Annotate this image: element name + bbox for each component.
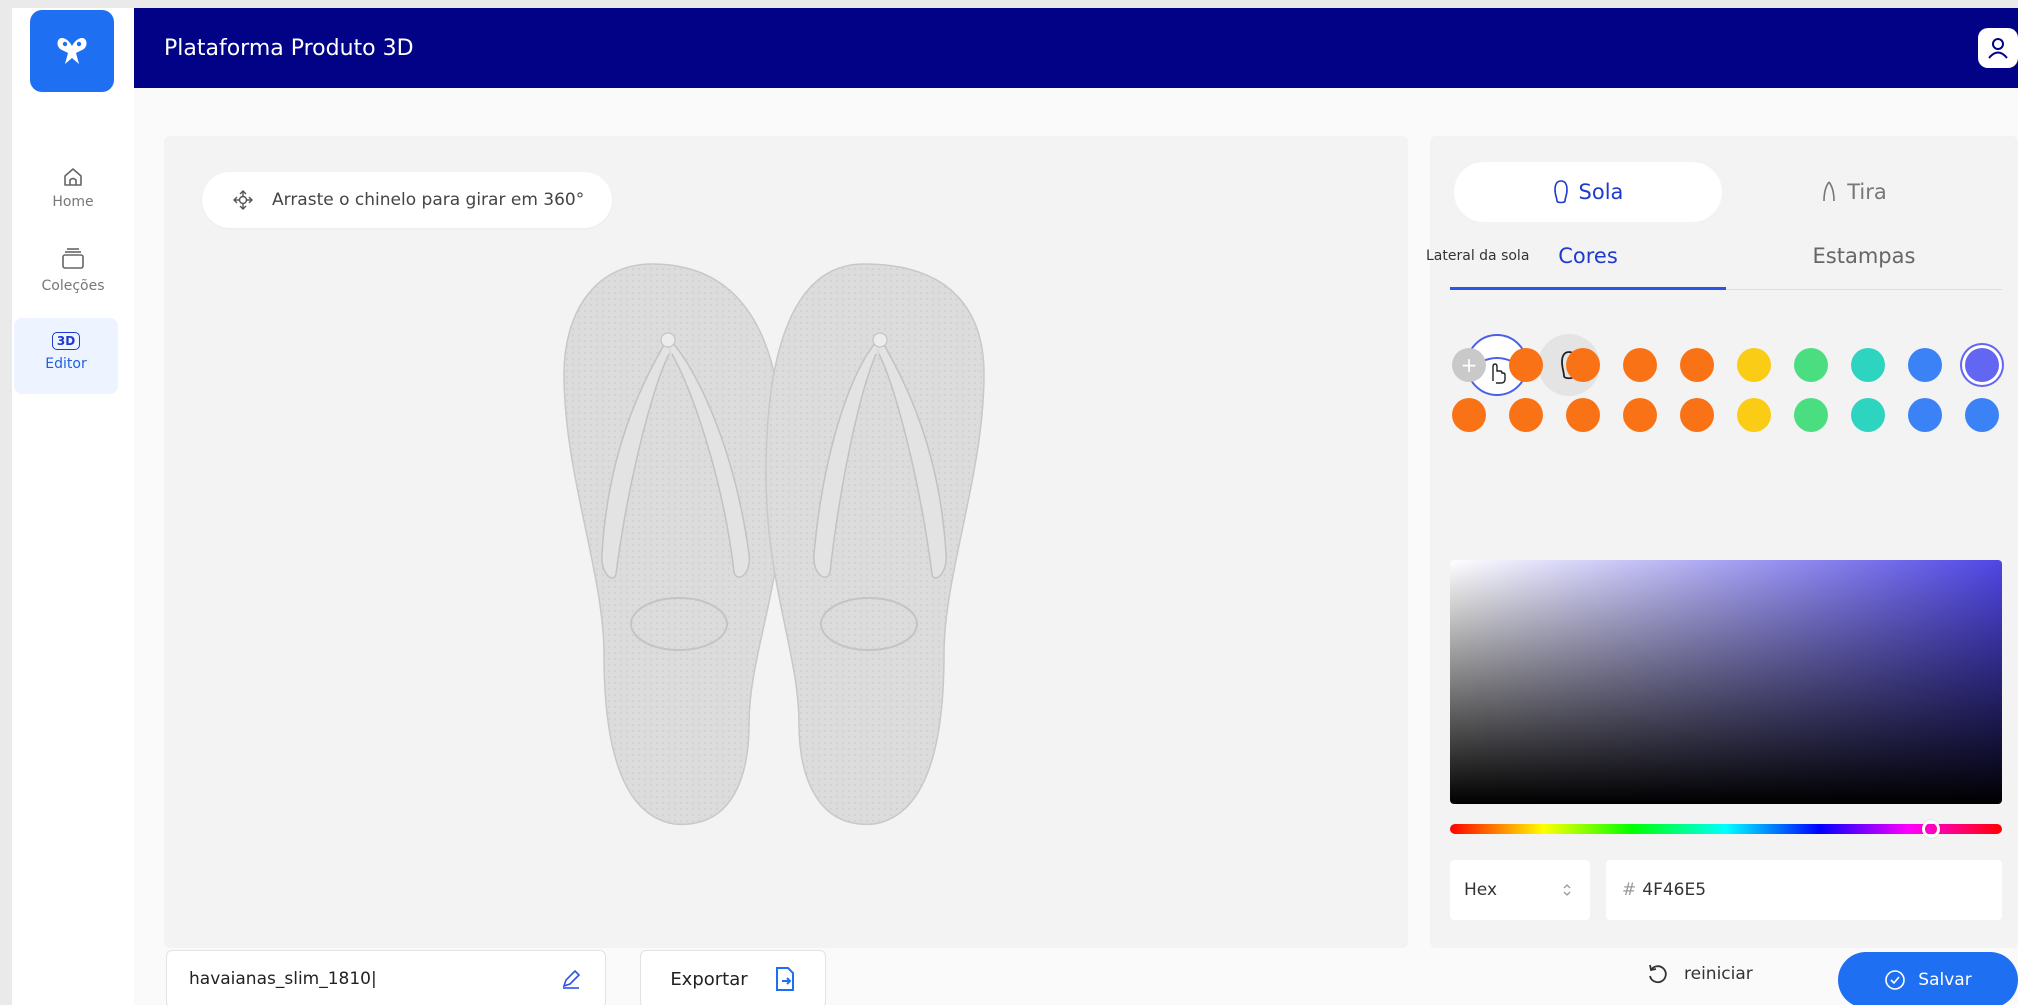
save-button[interactable]: Salvar [1838, 952, 2018, 1005]
export-file-icon [775, 967, 794, 991]
user-menu-button[interactable] [1978, 28, 2018, 68]
sidebar-item-label: Coleções [41, 278, 105, 294]
sidebar-item-colecoes[interactable]: Coleções [12, 246, 134, 294]
hash-symbol: # [1622, 880, 1637, 900]
file-name-field[interactable]: havaianas_slim_1810| [166, 950, 606, 1005]
tab-tira[interactable]: Tira [1720, 162, 1988, 222]
tab-label: Tira [1847, 180, 1887, 204]
color-swatch[interactable] [1623, 398, 1657, 432]
tab-sola[interactable]: Sola [1454, 162, 1722, 222]
reset-label: reiniciar [1684, 964, 1753, 984]
reset-button[interactable]: reiniciar [1646, 962, 1753, 986]
sidebar-item-label: Editor [45, 356, 87, 372]
sidebar: Home Coleções 3D Editor [12, 8, 134, 1005]
chevron-updown-icon [1563, 884, 1571, 896]
page-title: Plataforma Produto 3D [164, 36, 414, 61]
plus-icon: + [1460, 353, 1478, 377]
right-sandal [765, 263, 985, 825]
rotate-hint: Arraste o chinelo para girar em 360° [202, 172, 613, 228]
tab-label: Sola [1578, 180, 1624, 204]
logo-icon [57, 38, 87, 64]
3d-icon: 3D [51, 332, 81, 350]
collections-icon [62, 248, 84, 269]
user-icon [1988, 38, 2008, 59]
file-name-value: havaianas_slim_1810| [189, 969, 377, 989]
color-swatch[interactable] [1452, 398, 1486, 432]
add-color-swatch[interactable]: + [1452, 348, 1486, 382]
color-swatch[interactable] [1908, 398, 1942, 432]
home-icon [64, 168, 82, 186]
export-label: Exportar [670, 968, 748, 990]
flip-flop-model[interactable] [534, 254, 1034, 834]
color-swatch-selected[interactable] [1965, 348, 1999, 382]
export-button[interactable]: Exportar [640, 950, 826, 1005]
hex-value: 4F46E5 [1642, 880, 1707, 900]
left-sandal [563, 263, 785, 825]
edit-pencil-icon[interactable] [559, 967, 583, 991]
sidebar-item-label: Home [52, 194, 94, 210]
saturation-value-picker[interactable] [1450, 560, 2002, 804]
rotate-360-icon [233, 190, 253, 210]
tooltip: Lateral da sola [1426, 248, 1530, 264]
color-swatch[interactable] [1908, 348, 1942, 382]
color-swatch[interactable] [1680, 348, 1714, 382]
color-swatch[interactable] [1509, 398, 1543, 432]
color-swatch[interactable] [1680, 398, 1714, 432]
hex-input[interactable]: # 4F46E5 [1606, 860, 2002, 920]
app-logo[interactable] [30, 10, 114, 92]
color-swatch[interactable] [1851, 398, 1885, 432]
color-swatch[interactable] [1566, 348, 1600, 382]
reset-icon [1649, 964, 1667, 984]
color-swatch[interactable] [1965, 398, 1999, 432]
check-circle-icon [1885, 970, 1906, 990]
color-swatch[interactable] [1851, 348, 1885, 382]
app-frame: Home Coleções 3D Editor Plataforma Produ… [12, 8, 2018, 1005]
3d-viewer[interactable]: Arraste o chinelo para girar em 360° [164, 136, 1408, 948]
color-swatch[interactable] [1794, 348, 1828, 382]
color-swatch[interactable] [1509, 348, 1543, 382]
sole-icon [1553, 180, 1568, 204]
sidebar-item-editor[interactable]: 3D Editor [14, 318, 118, 394]
color-swatch[interactable] [1794, 398, 1828, 432]
hue-slider[interactable] [1450, 820, 2002, 838]
color-swatch[interactable] [1566, 398, 1600, 432]
sidebar-item-home[interactable]: Home [12, 166, 134, 210]
rotate-hint-text: Arraste o chinelo para girar em 360° [272, 190, 585, 210]
color-format-select[interactable]: Hex [1450, 860, 1590, 920]
color-swatch[interactable] [1623, 348, 1657, 382]
save-label: Salvar [1918, 970, 1972, 990]
top-header: Plataforma Produto 3D [134, 8, 2018, 88]
strap-icon [1823, 181, 1836, 202]
color-swatch[interactable] [1737, 398, 1771, 432]
tab-estampas[interactable]: Estampas [1726, 244, 2002, 290]
format-value: Hex [1464, 880, 1498, 900]
hue-slider-thumb[interactable] [1922, 820, 1940, 838]
color-swatch[interactable] [1737, 348, 1771, 382]
